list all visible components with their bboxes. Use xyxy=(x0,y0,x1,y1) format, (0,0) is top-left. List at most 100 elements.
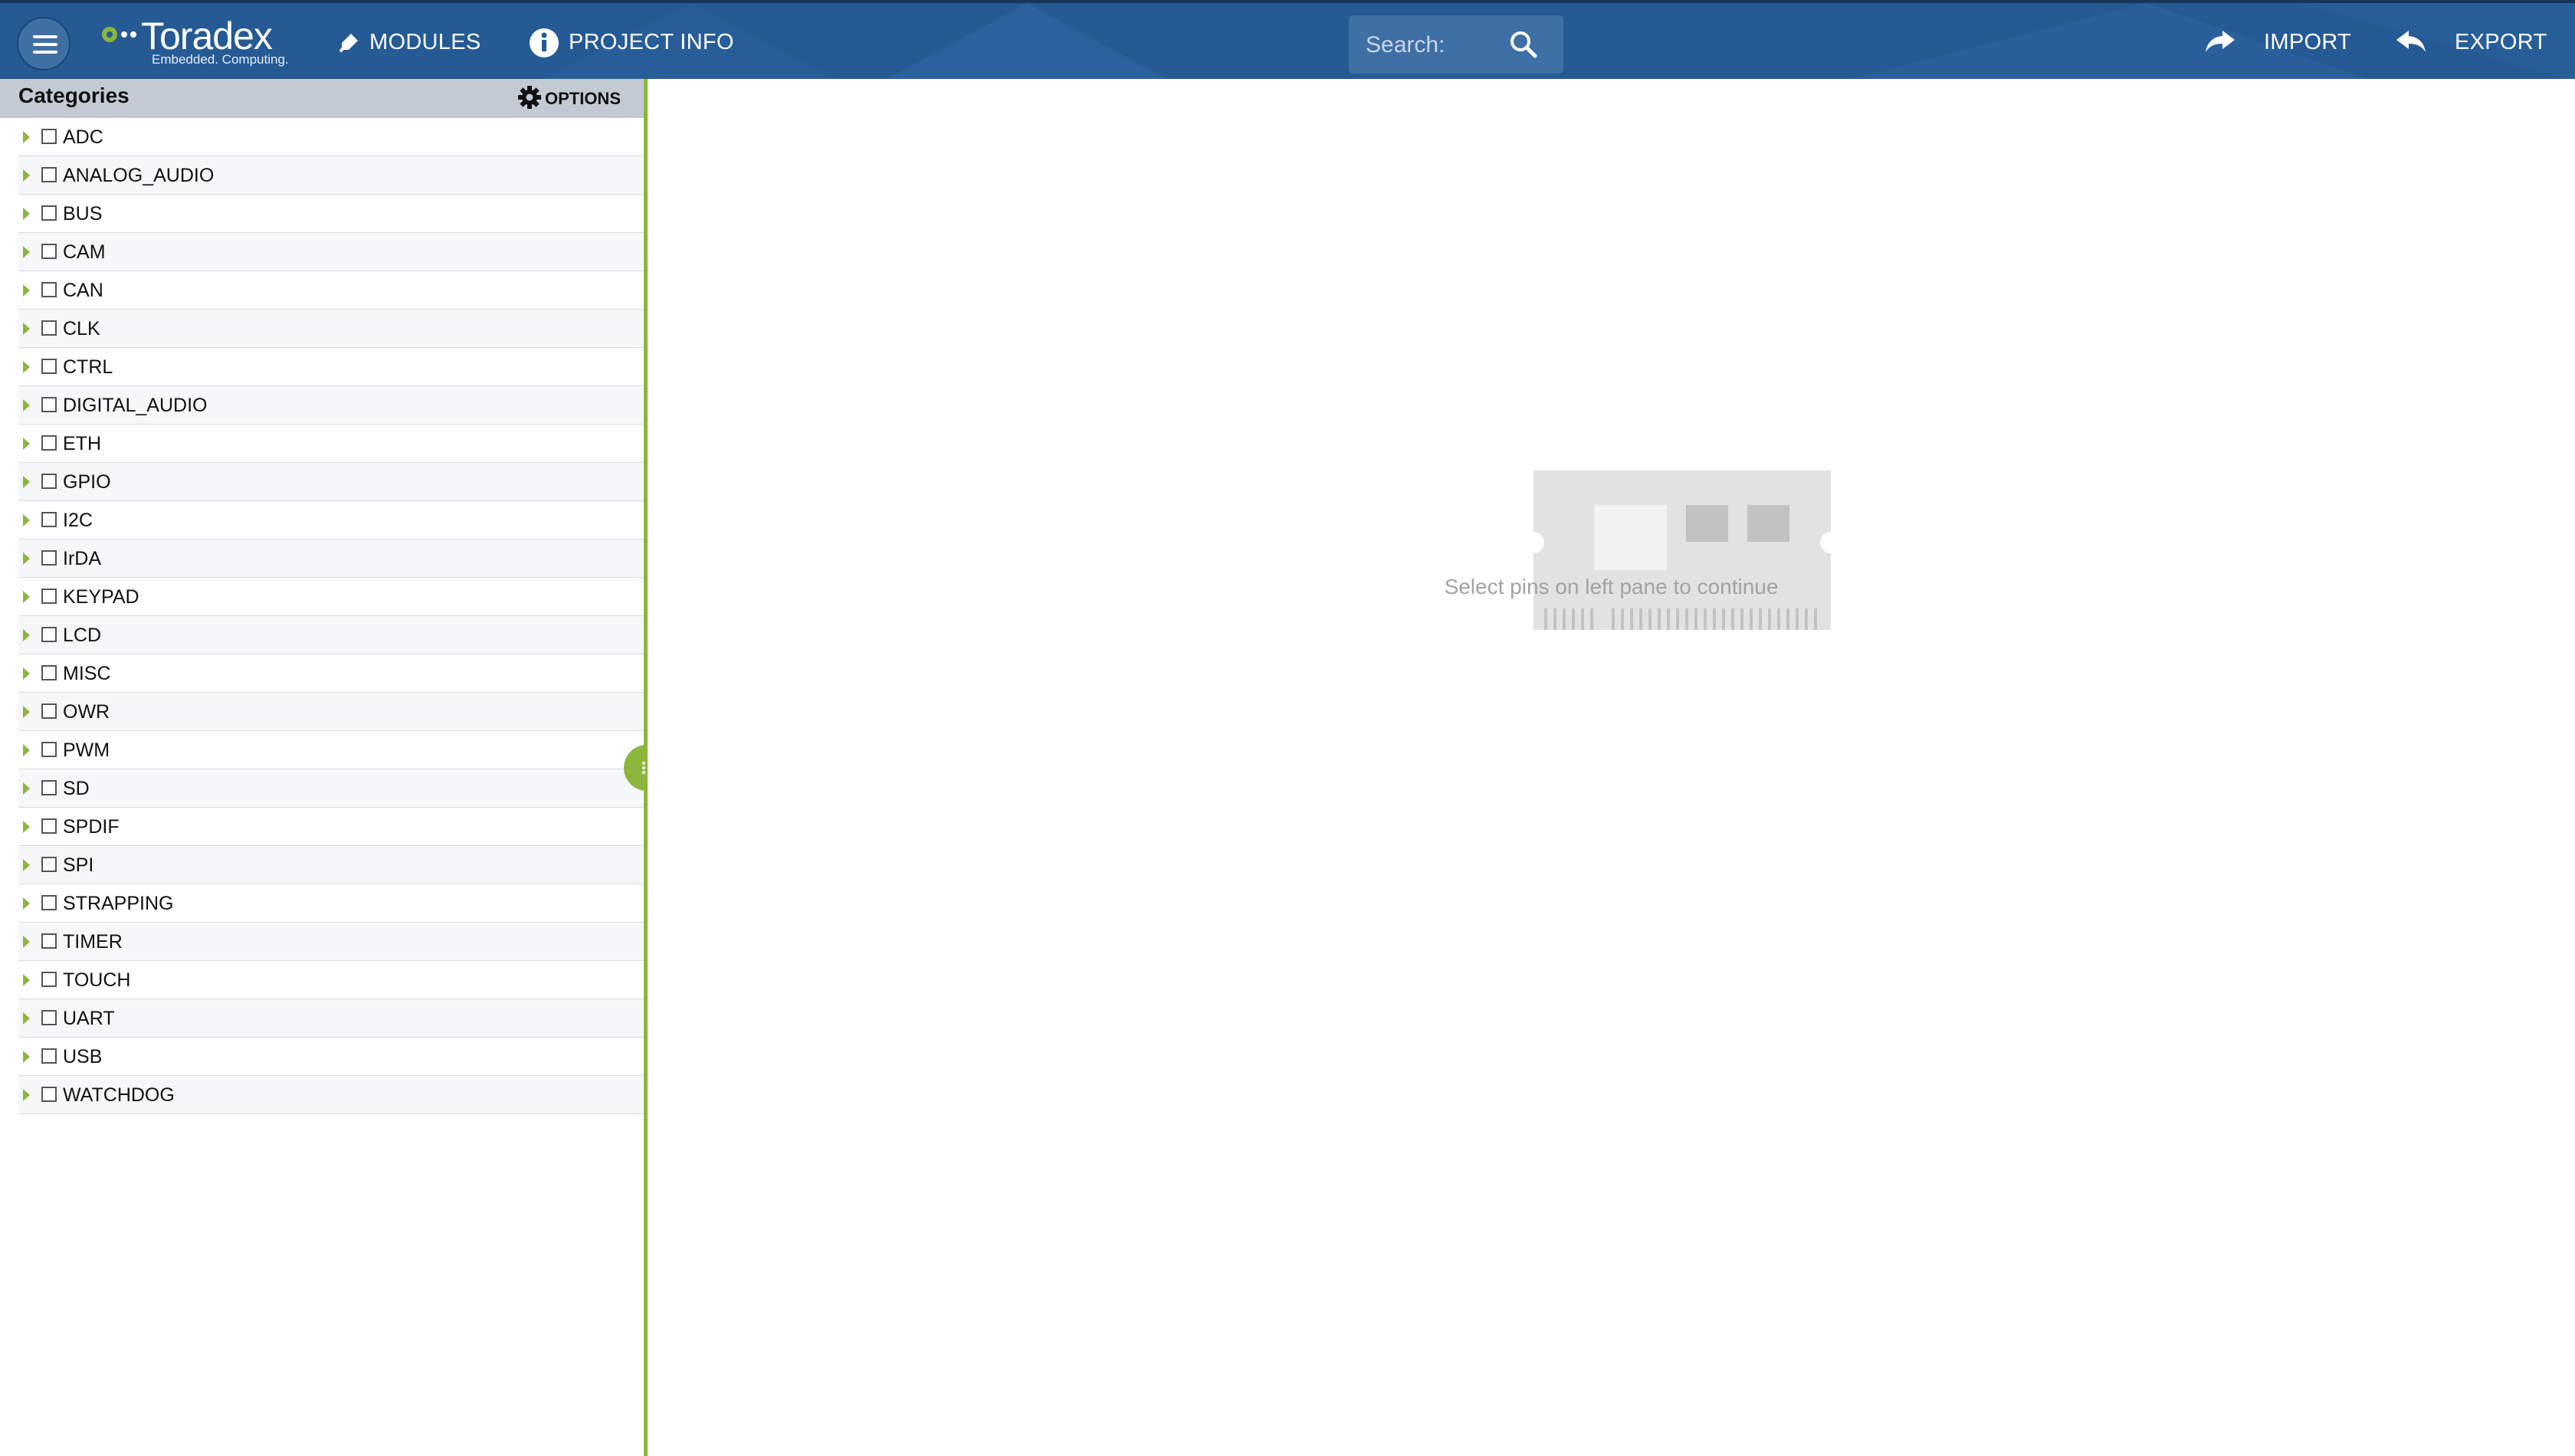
category-checkbox[interactable] xyxy=(41,512,57,527)
category-checkbox[interactable] xyxy=(41,205,57,221)
category-checkbox[interactable] xyxy=(41,320,57,336)
category-label: MISC xyxy=(63,663,111,684)
expand-caret-icon[interactable] xyxy=(23,821,30,833)
category-row[interactable]: BUS xyxy=(18,195,645,233)
category-checkbox[interactable] xyxy=(41,857,57,872)
category-checkbox[interactable] xyxy=(41,359,57,374)
category-checkbox[interactable] xyxy=(41,282,57,297)
expand-caret-icon[interactable] xyxy=(23,323,30,335)
top-navigation-bar: Toradex Embedded. Computing. MODULES PRO… xyxy=(0,0,2575,79)
category-row[interactable]: UART xyxy=(18,999,645,1038)
category-row[interactable]: PWM xyxy=(18,731,645,769)
expand-caret-icon[interactable] xyxy=(23,782,30,795)
category-row[interactable]: STRAPPING xyxy=(18,884,645,923)
expand-caret-icon[interactable] xyxy=(23,629,30,641)
expand-caret-icon[interactable] xyxy=(23,897,30,910)
import-button[interactable]: IMPORT xyxy=(2204,3,2351,79)
options-button[interactable]: OPTIONS xyxy=(517,84,621,113)
category-row[interactable]: IrDA xyxy=(18,539,645,578)
category-row[interactable]: SPI xyxy=(18,846,645,884)
expand-caret-icon[interactable] xyxy=(23,744,30,756)
category-row[interactable]: GPIO xyxy=(18,463,645,501)
expand-caret-icon[interactable] xyxy=(23,246,30,258)
category-checkbox[interactable] xyxy=(41,550,57,566)
category-row[interactable]: LCD xyxy=(18,616,645,654)
search-icon[interactable] xyxy=(1508,29,1539,64)
category-checkbox[interactable] xyxy=(41,818,57,834)
category-checkbox[interactable] xyxy=(41,1010,57,1025)
brand-tagline: Embedded. Computing. xyxy=(152,52,289,67)
category-row[interactable]: KEYPAD xyxy=(18,578,645,616)
category-row[interactable]: WATCHDOG xyxy=(18,1076,645,1114)
categories-header: Categories OPTIONS xyxy=(0,79,645,118)
category-checkbox[interactable] xyxy=(41,972,57,987)
category-checkbox[interactable] xyxy=(41,397,57,412)
category-checkbox[interactable] xyxy=(41,167,57,182)
expand-caret-icon[interactable] xyxy=(23,514,30,526)
expand-caret-icon[interactable] xyxy=(23,667,30,680)
expand-caret-icon[interactable] xyxy=(23,974,30,986)
category-label: BUS xyxy=(63,203,103,225)
category-checkbox[interactable] xyxy=(41,435,57,451)
expand-caret-icon[interactable] xyxy=(23,706,30,718)
expand-caret-icon[interactable] xyxy=(23,859,30,871)
category-row[interactable]: ANALOG_AUDIO xyxy=(18,156,645,195)
expand-caret-icon[interactable] xyxy=(23,399,30,412)
expand-caret-icon[interactable] xyxy=(23,131,30,143)
expand-caret-icon[interactable] xyxy=(23,284,30,297)
category-checkbox[interactable] xyxy=(41,244,57,259)
category-row[interactable]: ETH xyxy=(18,425,645,463)
expand-caret-icon[interactable] xyxy=(23,1012,30,1025)
category-row[interactable]: I2C xyxy=(18,501,645,539)
category-row[interactable]: SPDIF xyxy=(18,808,645,846)
category-checkbox[interactable] xyxy=(41,1048,57,1064)
modules-nav-button[interactable]: MODULES xyxy=(337,3,481,79)
category-row[interactable]: CAN xyxy=(18,271,645,310)
category-checkbox[interactable] xyxy=(41,589,57,604)
category-row[interactable]: CAM xyxy=(18,233,645,271)
category-label: CLK xyxy=(63,318,100,339)
export-button[interactable]: EXPORT xyxy=(2395,3,2547,79)
category-checkbox[interactable] xyxy=(41,933,57,949)
project-info-nav-button[interactable]: PROJECT INFO xyxy=(529,3,734,79)
category-row[interactable]: CLK xyxy=(18,310,645,348)
category-row[interactable]: TIMER xyxy=(18,923,645,961)
category-checkbox[interactable] xyxy=(41,129,57,144)
main-menu-button[interactable] xyxy=(17,17,71,71)
category-checkbox[interactable] xyxy=(41,627,57,642)
category-checkbox[interactable] xyxy=(41,1087,57,1102)
category-row[interactable]: CTRL xyxy=(18,348,645,386)
category-checkbox[interactable] xyxy=(41,665,57,680)
category-row[interactable]: MISC xyxy=(18,654,645,693)
expand-caret-icon[interactable] xyxy=(23,361,30,373)
category-checkbox[interactable] xyxy=(41,780,57,795)
category-row[interactable]: SD xyxy=(18,769,645,808)
expand-caret-icon[interactable] xyxy=(23,591,30,603)
category-checkbox[interactable] xyxy=(41,474,57,489)
category-label: STRAPPING xyxy=(63,893,174,914)
expand-caret-icon[interactable] xyxy=(23,936,30,948)
category-row[interactable]: OWR xyxy=(18,693,645,731)
category-row[interactable]: DIGITAL_AUDIO xyxy=(18,386,645,425)
expand-caret-icon[interactable] xyxy=(23,1089,30,1101)
pin-view-area xyxy=(648,79,2575,1456)
category-checkbox[interactable] xyxy=(41,742,57,757)
search-input[interactable] xyxy=(1349,15,1520,75)
expand-caret-icon[interactable] xyxy=(23,208,30,220)
search-box[interactable] xyxy=(1349,15,1563,75)
expand-caret-icon[interactable] xyxy=(23,438,30,450)
category-checkbox[interactable] xyxy=(41,895,57,910)
category-row[interactable]: USB xyxy=(18,1038,645,1076)
expand-caret-icon[interactable] xyxy=(23,476,30,488)
expand-caret-icon[interactable] xyxy=(23,553,30,565)
export-label: EXPORT xyxy=(2455,30,2547,54)
expand-caret-icon[interactable] xyxy=(23,1051,30,1063)
category-row[interactable]: TOUCH xyxy=(18,961,645,999)
category-label: LCD xyxy=(63,625,102,646)
category-checkbox[interactable] xyxy=(41,703,57,719)
category-row[interactable]: ADC xyxy=(18,118,645,156)
expand-caret-icon[interactable] xyxy=(23,169,30,182)
category-label: ADC xyxy=(63,126,103,148)
toradex-logo[interactable]: Toradex Embedded. Computing. xyxy=(101,14,293,69)
import-arrow-icon xyxy=(2204,29,2236,57)
